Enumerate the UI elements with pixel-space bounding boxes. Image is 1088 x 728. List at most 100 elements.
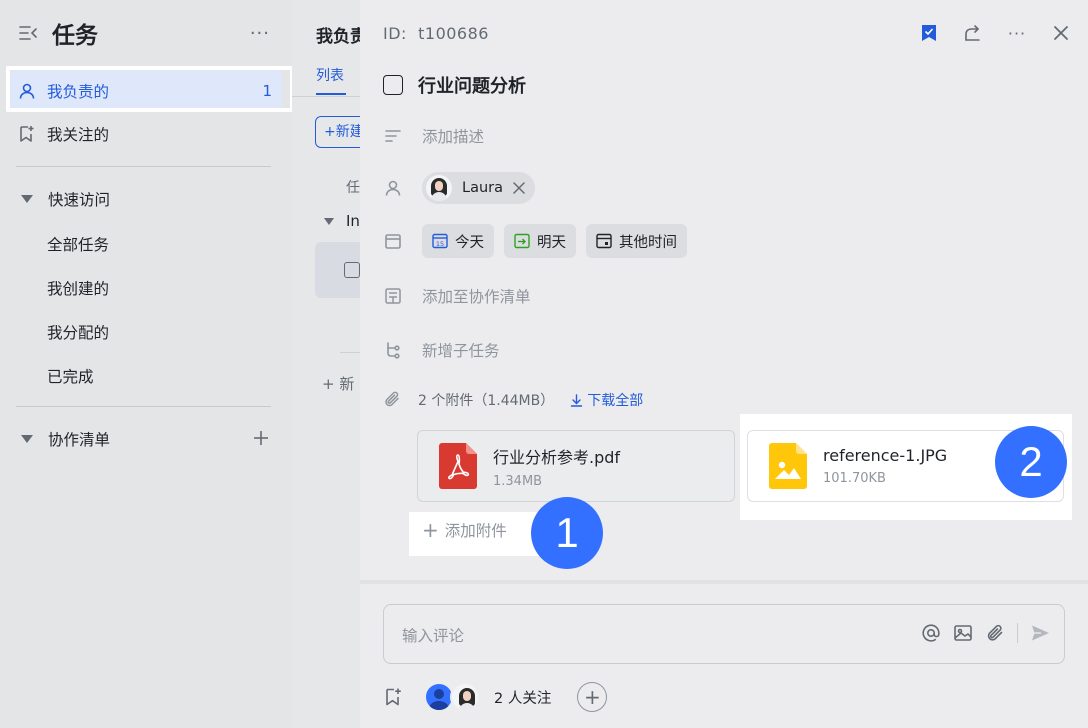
- divider: [16, 406, 271, 407]
- close-icon[interactable]: [1052, 24, 1070, 42]
- callout-badge-2: 2: [995, 426, 1067, 498]
- add-task-row[interactable]: + 新: [322, 373, 354, 394]
- calendar-other-icon: [596, 233, 612, 249]
- task-id: ID: t100686: [383, 23, 489, 43]
- subtask-icon: [383, 340, 403, 360]
- follower-avatars[interactable]: [424, 682, 480, 712]
- followers-count: 2 人关注: [494, 690, 552, 707]
- svg-text:15: 15: [436, 240, 444, 248]
- quick-access-group[interactable]: 快速访问: [18, 184, 110, 214]
- add-to-list-field[interactable]: 添加至协作清单: [383, 280, 531, 312]
- due-date-field: 15 今天 明天 其他时间: [383, 224, 697, 258]
- divider: [360, 580, 1088, 584]
- task-title-row: 行业问题分析: [383, 72, 526, 98]
- attachment-card-pdf[interactable]: 行业分析参考.pdf 1.34MB: [417, 430, 735, 502]
- caret-down-icon: [324, 217, 334, 225]
- column-header: 任: [346, 180, 360, 196]
- task-row[interactable]: [315, 242, 360, 298]
- sidebar-header: 任务 ···: [18, 18, 270, 49]
- assignee-chip[interactable]: Laura: [422, 172, 536, 204]
- tab-indicator: [316, 93, 346, 95]
- detail-topbar: ID: t100686 ···: [383, 20, 1070, 46]
- plus-icon: +: [324, 124, 336, 140]
- paperclip-icon: [383, 390, 403, 410]
- description-field[interactable]: 添加描述: [383, 120, 484, 152]
- attachment-icon[interactable]: [985, 623, 1005, 643]
- caret-down-icon: [21, 195, 33, 203]
- sidebar-title: 任务: [52, 23, 98, 49]
- task-group[interactable]: In: [324, 212, 360, 230]
- new-task-button[interactable]: +新建: [315, 116, 360, 148]
- more-icon[interactable]: ···: [250, 23, 270, 44]
- sidebar-item-all-tasks[interactable]: 全部任务: [47, 233, 109, 255]
- add-follower-button[interactable]: +: [577, 682, 608, 712]
- collapse-sidebar-icon[interactable]: [18, 23, 38, 43]
- comment-input[interactable]: 输入评论: [383, 604, 1065, 664]
- sidebar-item-my-responsible[interactable]: 我负责的 1: [10, 70, 282, 112]
- plus-icon: +: [422, 518, 439, 542]
- file-name: reference-1.JPG: [823, 446, 948, 465]
- assignee-name: Laura: [462, 180, 504, 196]
- user-icon: [383, 178, 403, 198]
- sidebar-item-completed[interactable]: 已完成: [47, 365, 94, 387]
- add-attachment-button[interactable]: + 添加附件: [422, 518, 507, 542]
- plus-icon: +: [322, 375, 340, 393]
- image-file-icon: [769, 443, 807, 489]
- pdf-file-icon: [439, 443, 477, 489]
- download-all-link[interactable]: 下载全部: [570, 390, 643, 410]
- mention-icon[interactable]: [921, 623, 941, 643]
- sidebar-item-following[interactable]: 我关注的: [10, 113, 282, 155]
- caret-down-icon: [21, 435, 33, 443]
- description-icon: [383, 126, 403, 146]
- send-icon[interactable]: [1030, 623, 1050, 643]
- calendar-tomorrow-icon: [514, 233, 530, 249]
- complete-checkbox[interactable]: [383, 75, 403, 95]
- user-icon: [18, 82, 36, 100]
- attachments-header: 2 个附件（1.44MB） 下载全部: [383, 390, 643, 410]
- download-icon: [570, 393, 583, 407]
- task-checkbox[interactable]: [344, 262, 360, 278]
- divider: [1017, 623, 1018, 643]
- bookmark-checked-icon[interactable]: [920, 24, 938, 42]
- divider: [292, 96, 360, 97]
- remove-icon[interactable]: [513, 182, 525, 194]
- sidebar-item-assigned[interactable]: 我分配的: [47, 321, 109, 343]
- share-icon[interactable]: [964, 24, 982, 42]
- collab-list-group[interactable]: 协作清单: [18, 424, 110, 454]
- group-label: 协作清单: [48, 431, 111, 449]
- sidebar-item-label: 我负责的: [47, 83, 110, 101]
- date-other-button[interactable]: 其他时间: [586, 224, 687, 258]
- task-count: 1: [262, 82, 272, 100]
- file-size: 101.70KB: [823, 471, 886, 486]
- comment-placeholder: 输入评论: [402, 627, 465, 645]
- task-title[interactable]: 行业问题分析: [418, 72, 526, 98]
- followers-row: 2 人关注 +: [383, 682, 608, 712]
- date-today-button[interactable]: 15 今天: [422, 224, 494, 258]
- description-placeholder: 添加描述: [422, 128, 485, 146]
- bookmark-add-icon: [18, 125, 36, 143]
- group-label: 快速访问: [48, 191, 111, 209]
- calendar-icon: [383, 231, 403, 251]
- add-list-icon[interactable]: [252, 429, 270, 447]
- sidebar-item-created[interactable]: 我创建的: [47, 277, 109, 299]
- avatar: [426, 175, 452, 201]
- attachments-summary: 2 个附件（1.44MB）: [418, 393, 555, 409]
- assignee-field: Laura: [383, 172, 536, 204]
- image-icon[interactable]: [953, 623, 973, 643]
- tab-list[interactable]: 列表: [316, 65, 344, 85]
- follow-bookmark-icon[interactable]: [383, 687, 403, 707]
- list-icon: [383, 286, 403, 306]
- add-to-list-label: 添加至协作清单: [422, 288, 531, 306]
- avatar: [450, 682, 480, 712]
- divider: [340, 352, 360, 353]
- calendar-today-icon: 15: [432, 233, 448, 249]
- sidebar-item-label: 我关注的: [47, 126, 110, 144]
- divider: [16, 166, 271, 167]
- sidebar: 任务 ··· 我负责的 1 我关注的 快速访问 全部任务 我创建的 我分配的 已…: [0, 0, 292, 728]
- more-icon[interactable]: ···: [1008, 24, 1026, 43]
- list-title: 我负责: [316, 27, 360, 47]
- add-subtask-label: 新增子任务: [422, 342, 500, 360]
- date-tomorrow-button[interactable]: 明天: [504, 224, 576, 258]
- task-list-panel: 我负责 列表 +新建 任 In + 新: [292, 0, 360, 728]
- add-subtask-field[interactable]: 新增子任务: [383, 334, 500, 366]
